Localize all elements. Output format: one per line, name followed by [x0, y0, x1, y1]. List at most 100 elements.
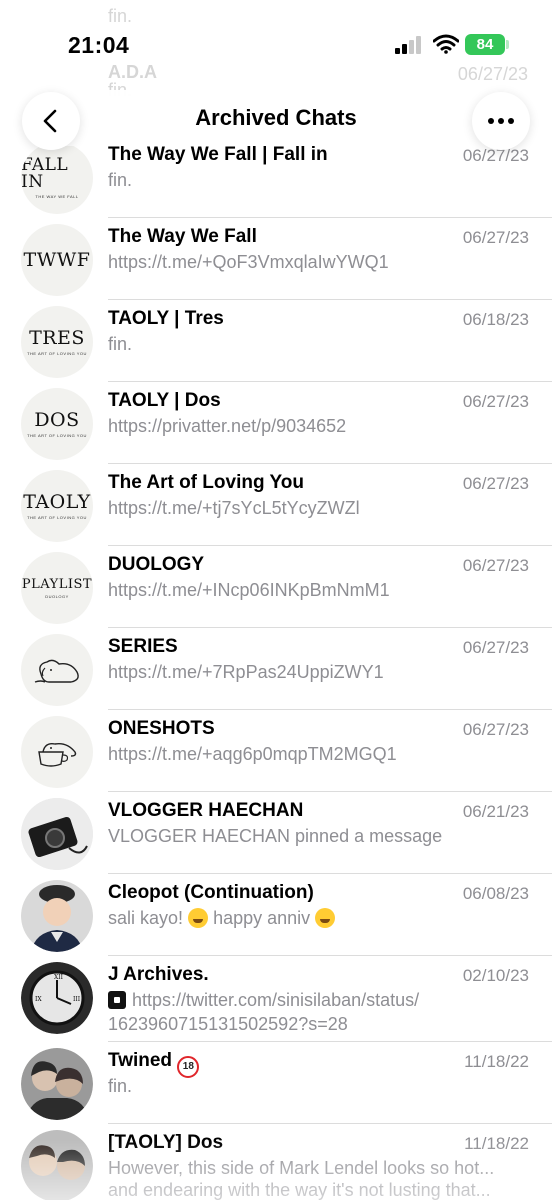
chat-date: 06/18/23 [462, 310, 529, 329]
clock-photo: XII III IX [21, 962, 93, 1034]
avatar: PLAYLIST DUOLOGY [21, 552, 93, 624]
avatar-logo-text: TAOLY [23, 490, 91, 513]
wifi-icon [433, 34, 459, 54]
chat-name: The Way We Fall | Fall in [108, 144, 328, 165]
chat-row[interactable]: Twined 18 11/18/22 fin. [0, 1042, 552, 1124]
chat-name-text: Twined [108, 1050, 173, 1071]
ellipsis-icon [488, 118, 514, 124]
chat-date: 06/27/23 [462, 638, 529, 657]
chat-date: 11/18/22 [464, 1134, 529, 1153]
attachment-icon [108, 991, 126, 1009]
chat-name: VLOGGER HAECHAN [108, 800, 304, 821]
avatar: TRES THE ART OF LOVING YOU [21, 306, 93, 378]
avatar: DOS THE ART OF LOVING YOU [21, 388, 93, 460]
chat-message-line2: 1623960715131502592?s=28 [108, 1014, 348, 1034]
chat-row[interactable]: TAOLY THE ART OF LOVING YOU The Art of L… [0, 464, 552, 546]
avatar-logo-subtext: THE ART OF LOVING YOU [27, 350, 87, 356]
avatar-logo-subtext: THE WAY WE FALL [35, 194, 79, 199]
chat-row[interactable]: VLOGGER HAECHAN 06/21/23 VLOGGER HAECHAN… [0, 792, 552, 874]
avatar-logo-subtext: THE ART OF LOVING YOU [27, 514, 87, 520]
chat-message: https://twitter.com/sinisilaban/status/ [108, 990, 532, 1011]
chat-message: https://privatter.net/p/9034652 [108, 416, 347, 436]
message-text: happy anniv [213, 908, 311, 928]
chat-name: J Archives. [108, 964, 209, 985]
chat-date: 06/27/23 [462, 556, 529, 575]
chat-row[interactable]: [TAOLY] Dos 11/18/22 However, this side … [0, 1124, 552, 1200]
chat-message: fin. [108, 334, 133, 354]
camera-photo [21, 798, 93, 870]
chat-message: fin. [108, 1076, 133, 1096]
chat-row[interactable]: FALL IN THE WAY WE FALL The Way We Fall … [0, 136, 552, 218]
chat-row[interactable]: Cleopot (Continuation) 06/08/23 sali kay… [0, 874, 552, 956]
avatar-logo-text: PLAYLIST [21, 576, 93, 592]
chat-date: 06/27/23 [462, 720, 529, 739]
chat-message: sali kayo! happy anniv [108, 908, 532, 929]
chat-name: TAOLY | Dos [108, 390, 221, 411]
avatar: TWWF [21, 224, 93, 296]
dog-in-cup-icon [38, 742, 77, 767]
kissing-face-icon [188, 908, 209, 928]
ghost-message: fin. [108, 6, 133, 26]
chat-row[interactable]: TRES THE ART OF LOVING YOU TAOLY | Tres … [0, 300, 552, 382]
chat-row[interactable]: ONESHOTS 06/27/23 https://t.me/+aqg6p0mq… [0, 710, 552, 792]
chat-date: 06/27/23 [462, 474, 529, 493]
chat-name: ONESHOTS [108, 718, 215, 739]
chat-date: 06/27/23 [462, 392, 529, 411]
battery-icon: 84 [465, 34, 505, 55]
chat-row[interactable]: DOS THE ART OF LOVING YOU TAOLY | Dos 06… [0, 382, 552, 464]
chat-row[interactable]: SERIES 06/27/23 https://t.me/+7RpPas24Up… [0, 628, 552, 710]
status-time: 21:04 [68, 32, 130, 58]
chat-message: VLOGGER HAECHAN pinned a message [108, 826, 443, 846]
avatar [21, 1048, 93, 1120]
avatar-logo-text: DOS [34, 408, 80, 431]
chat-date: 06/27/23 [462, 228, 529, 247]
chat-row[interactable]: PLAYLIST DUOLOGY DUOLOGY 06/27/23 https:… [0, 546, 552, 628]
avatar-logo-text: TRES [29, 326, 85, 349]
chat-message: https://t.me/+7RpPas24UppiZWY1 [108, 662, 384, 682]
nav-header: Archived Chats [0, 90, 552, 150]
chat-name: DUOLOGY [108, 554, 205, 575]
couple-photo-2 [21, 1130, 93, 1200]
child-portrait-photo [21, 880, 93, 952]
battery-tip [506, 40, 509, 49]
couple-photo [21, 1048, 93, 1120]
chat-name: SERIES [108, 636, 178, 657]
chat-name: TAOLY | Tres [108, 308, 224, 329]
chat-message: However, this side of Mark Lendel looks … [108, 1158, 495, 1178]
avatar [21, 634, 93, 706]
chat-list: FALL IN THE WAY WE FALL The Way We Fall … [0, 0, 552, 1200]
chat-row[interactable]: TWWF The Way We Fall 06/27/23 https://t.… [0, 218, 552, 300]
chat-date: 06/08/23 [462, 884, 529, 903]
chat-date: 11/18/22 [464, 1052, 529, 1071]
svg-text:XII: XII [54, 974, 64, 981]
chat-message: https://t.me/+QoF3VmxqlaIwYWQ1 [108, 252, 389, 272]
chat-row[interactable]: XII III IX J Archives. 02/10/23 https://… [0, 956, 552, 1042]
chat-name: The Way We Fall [108, 226, 257, 247]
avatar-logo-subtext: THE ART OF LOVING YOU [27, 432, 87, 438]
message-text: https://twitter.com/sinisilaban/status/ [132, 990, 420, 1010]
status-bar: fin. A.D.A fin. 06/27/23 21:04 84 [0, 0, 552, 100]
avatar: XII III IX [21, 962, 93, 1034]
avatar [21, 716, 93, 788]
chat-name: Twined 18 [108, 1050, 200, 1078]
chat-name: [TAOLY] Dos [108, 1132, 224, 1153]
avatar: TAOLY THE ART OF LOVING YOU [21, 470, 93, 542]
chat-name: Cleopot (Continuation) [108, 882, 314, 903]
chat-name: The Art of Loving You [108, 472, 304, 493]
avatar [21, 1130, 93, 1200]
avatar-logo-text: TWWF [23, 248, 91, 271]
more-options-button[interactable] [472, 92, 530, 150]
chat-date: 06/21/23 [462, 802, 529, 821]
adult-content-icon: 18 [177, 1056, 200, 1078]
chat-message: fin. [108, 170, 133, 190]
grinning-face-icon [315, 908, 336, 928]
avatar-logo-subtext: DUOLOGY [45, 593, 69, 599]
chat-message: https://t.me/+aqg6p0mqpTM2MGQ1 [108, 744, 397, 764]
avatar [21, 880, 93, 952]
chat-date: 02/10/23 [462, 966, 529, 985]
svg-text:IX: IX [35, 996, 42, 1003]
avatar: FALL IN THE WAY WE FALL [21, 142, 93, 214]
sleeping-dog-icon [34, 659, 79, 683]
chat-message: https://t.me/+INcp06INKpBmNmM1 [108, 580, 390, 600]
chat-message-line2: and endearing with the way it's not lust… [108, 1180, 491, 1200]
